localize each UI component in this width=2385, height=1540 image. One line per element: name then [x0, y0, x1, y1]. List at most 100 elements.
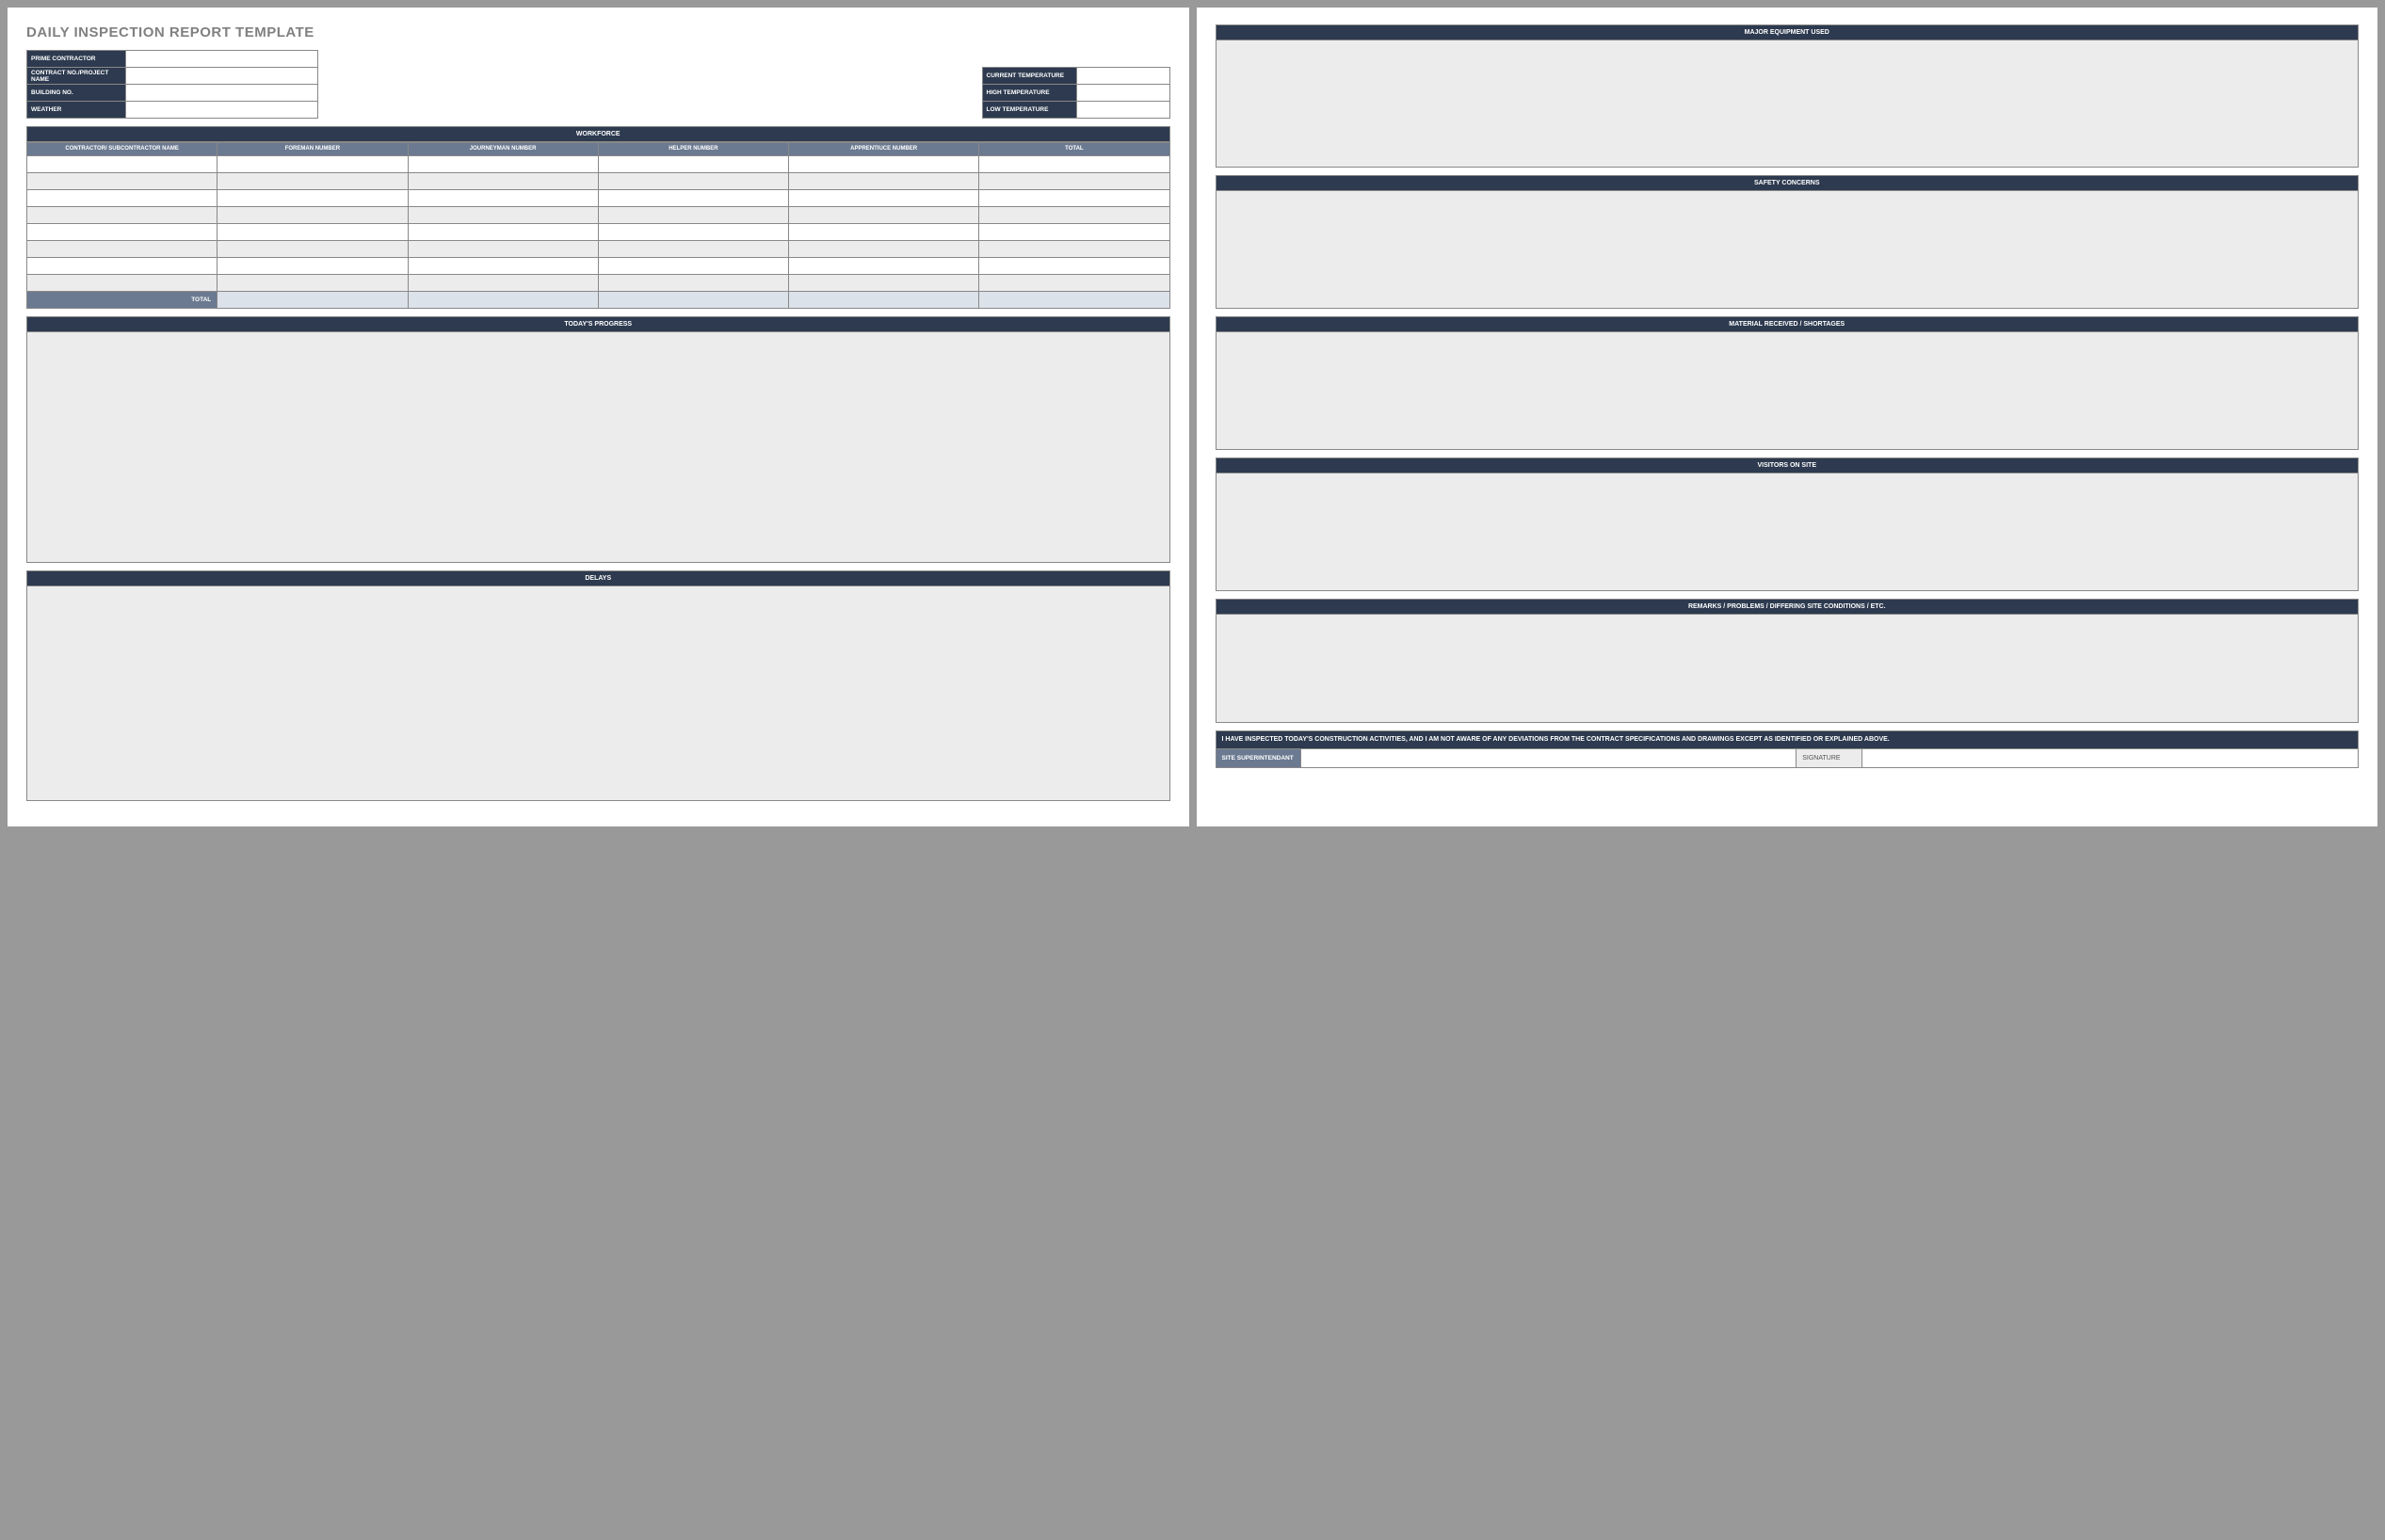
input-prime-contractor[interactable] — [126, 51, 318, 68]
table-cell[interactable] — [598, 156, 788, 173]
table-cell[interactable] — [27, 224, 218, 241]
field-current-temp: CURRENT TEMPERATURE — [983, 68, 1170, 85]
wf-col-total: TOTAL — [979, 143, 1169, 156]
total-label: TOTAL — [27, 292, 218, 309]
signature-field[interactable] — [1862, 749, 2359, 768]
header-row: PRIME CONTRACTOR CONTRACT NO./PROJECT NA… — [26, 50, 1170, 119]
wf-col-foreman: FOREMAN NUMBER — [218, 143, 408, 156]
table-cell[interactable] — [218, 258, 408, 275]
delays-field[interactable] — [26, 586, 1170, 801]
table-row — [27, 275, 1170, 292]
total-cell[interactable] — [218, 292, 408, 309]
table-cell[interactable] — [27, 275, 218, 292]
remarks-header: REMARKS / PROBLEMS / DIFFERING SITE COND… — [1216, 599, 2360, 615]
table-cell[interactable] — [27, 156, 218, 173]
material-received-field[interactable] — [1216, 332, 2360, 450]
total-cell[interactable] — [408, 292, 598, 309]
table-cell[interactable] — [27, 241, 218, 258]
label-building-no: BUILDING NO. — [27, 85, 126, 102]
table-cell[interactable] — [27, 173, 218, 190]
signature-label: SIGNATURE — [1797, 749, 1862, 768]
label-contract-no: CONTRACT NO./PROJECT NAME — [27, 68, 126, 85]
table-cell[interactable] — [218, 224, 408, 241]
safety-concerns-field[interactable] — [1216, 191, 2360, 309]
table-cell[interactable] — [408, 258, 598, 275]
table-cell[interactable] — [598, 241, 788, 258]
label-low-temp: LOW TEMPERATURE — [983, 102, 1077, 119]
table-cell[interactable] — [979, 190, 1169, 207]
field-contract-no: CONTRACT NO./PROJECT NAME — [27, 68, 318, 85]
table-cell[interactable] — [408, 190, 598, 207]
certification-statement: I HAVE INSPECTED TODAY'S CONSTRUCTION AC… — [1216, 730, 2360, 749]
table-cell[interactable] — [218, 241, 408, 258]
table-cell[interactable] — [598, 173, 788, 190]
table-cell[interactable] — [979, 224, 1169, 241]
total-cell[interactable] — [979, 292, 1169, 309]
table-row — [27, 241, 1170, 258]
field-building-no: BUILDING NO. — [27, 85, 318, 102]
table-cell[interactable] — [979, 173, 1169, 190]
table-cell[interactable] — [408, 173, 598, 190]
table-cell[interactable] — [598, 224, 788, 241]
todays-progress-field[interactable] — [26, 332, 1170, 563]
table-cell[interactable] — [789, 156, 979, 173]
table-cell[interactable] — [218, 173, 408, 190]
table-cell[interactable] — [598, 258, 788, 275]
wf-col-apprentice: APPRENTIUCE NUMBER — [789, 143, 979, 156]
table-cell[interactable] — [598, 190, 788, 207]
table-row — [27, 190, 1170, 207]
table-cell[interactable] — [979, 207, 1169, 224]
section-remarks: REMARKS / PROBLEMS / DIFFERING SITE COND… — [1216, 599, 2360, 723]
table-cell[interactable] — [218, 190, 408, 207]
table-cell[interactable] — [218, 275, 408, 292]
table-cell[interactable] — [218, 156, 408, 173]
table-cell[interactable] — [408, 241, 598, 258]
input-contract-no[interactable] — [126, 68, 318, 85]
table-cell[interactable] — [979, 156, 1169, 173]
table-cell[interactable] — [979, 258, 1169, 275]
safety-concerns-header: SAFETY CONCERNS — [1216, 175, 2360, 191]
table-cell[interactable] — [979, 275, 1169, 292]
table-cell[interactable] — [598, 207, 788, 224]
table-cell[interactable] — [789, 275, 979, 292]
table-cell[interactable] — [598, 275, 788, 292]
site-super-field[interactable] — [1301, 749, 1797, 768]
input-weather[interactable] — [126, 102, 318, 119]
table-cell[interactable] — [408, 224, 598, 241]
table-cell[interactable] — [408, 275, 598, 292]
label-prime-contractor: PRIME CONTRACTOR — [27, 51, 126, 68]
table-cell[interactable] — [789, 207, 979, 224]
table-cell[interactable] — [979, 241, 1169, 258]
table-cell[interactable] — [789, 224, 979, 241]
table-total-row: TOTAL — [27, 292, 1170, 309]
table-cell[interactable] — [789, 258, 979, 275]
table-cell[interactable] — [27, 258, 218, 275]
table-cell[interactable] — [789, 190, 979, 207]
table-cell[interactable] — [408, 156, 598, 173]
table-row — [27, 173, 1170, 190]
total-cell[interactable] — [789, 292, 979, 309]
major-equipment-header: MAJOR EQUIPMENT USED — [1216, 24, 2360, 40]
table-cell[interactable] — [27, 207, 218, 224]
major-equipment-field[interactable] — [1216, 40, 2360, 168]
visitors-field[interactable] — [1216, 473, 2360, 591]
material-received-header: MATERIAL RECEIVED / SHORTAGES — [1216, 316, 2360, 332]
input-high-temp[interactable] — [1077, 85, 1170, 102]
input-low-temp[interactable] — [1077, 102, 1170, 119]
input-current-temp[interactable] — [1077, 68, 1170, 85]
table-cell[interactable] — [27, 190, 218, 207]
label-high-temp: HIGH TEMPERATURE — [983, 85, 1077, 102]
remarks-field[interactable] — [1216, 615, 2360, 723]
table-cell[interactable] — [408, 207, 598, 224]
field-weather: WEATHER — [27, 102, 318, 119]
total-cell[interactable] — [598, 292, 788, 309]
delays-header: DELAYS — [26, 570, 1170, 586]
header-left-block: PRIME CONTRACTOR CONTRACT NO./PROJECT NA… — [26, 50, 318, 119]
table-cell[interactable] — [789, 241, 979, 258]
table-cell[interactable] — [789, 173, 979, 190]
input-building-no[interactable] — [126, 85, 318, 102]
visitors-header: VISITORS ON SITE — [1216, 457, 2360, 473]
section-safety-concerns: SAFETY CONCERNS — [1216, 175, 2360, 309]
table-row — [27, 258, 1170, 275]
table-cell[interactable] — [218, 207, 408, 224]
